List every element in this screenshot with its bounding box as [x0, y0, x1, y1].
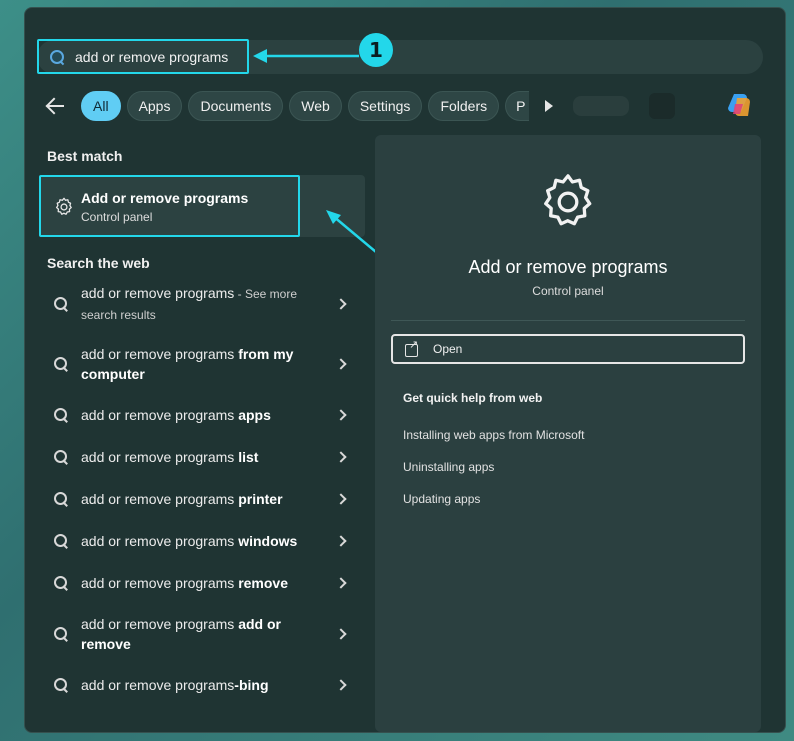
gear-icon	[544, 174, 592, 226]
preview-subtitle: Control panel	[532, 284, 604, 298]
search-icon	[53, 677, 69, 693]
chevron-right-icon	[335, 577, 347, 589]
chevron-right-icon	[335, 628, 347, 640]
search-input[interactable]: add or remove programs	[75, 49, 228, 65]
search-icon	[53, 296, 69, 312]
web-result-item[interactable]: add or remove programs remove	[39, 568, 365, 598]
web-result-item[interactable]: add or remove programs - See more search…	[39, 280, 365, 328]
result-text: add or remove programs	[81, 491, 239, 507]
result-text: add or remove programs	[81, 285, 235, 301]
search-icon	[53, 449, 69, 465]
back-arrow-icon[interactable]	[45, 95, 67, 117]
blurred-element	[573, 96, 630, 116]
help-link[interactable]: Uninstalling apps	[403, 460, 494, 474]
preview-pane: Add or remove programs Control panel Ope…	[375, 135, 761, 732]
filter-chip-documents[interactable]: Documents	[188, 91, 284, 121]
callout-badge-1: 1	[359, 33, 393, 67]
result-text: add or remove programs	[81, 533, 239, 549]
chevron-right-icon	[335, 298, 347, 310]
result-bold: -bing	[234, 677, 269, 693]
filter-chip-truncated[interactable]: P	[505, 91, 530, 121]
best-match-title: Add or remove programs	[81, 190, 249, 206]
result-text: add or remove programs	[81, 575, 239, 591]
result-text: add or remove programs	[81, 677, 235, 693]
filter-chip-apps[interactable]: Apps	[126, 91, 183, 121]
web-result-item[interactable]: add or remove programs-bing	[39, 670, 365, 700]
best-match-heading: Best match	[47, 148, 123, 164]
divider	[391, 320, 745, 321]
search-icon	[53, 626, 69, 642]
search-box-highlight[interactable]: add or remove programs	[37, 39, 249, 74]
chevron-right-icon	[335, 358, 347, 370]
result-bold: printer	[238, 491, 283, 507]
filter-chip-folders[interactable]: Folders	[428, 91, 500, 121]
web-result-item[interactable]: add or remove programs add or remove	[39, 610, 365, 658]
help-link[interactable]: Updating apps	[403, 492, 480, 506]
web-result-item[interactable]: add or remove programs windows	[39, 526, 365, 556]
web-result-item[interactable]: add or remove programs printer	[39, 484, 365, 514]
filter-row: All Apps Documents Web Settings Folders …	[45, 90, 695, 122]
scroll-right-icon[interactable]	[545, 100, 554, 112]
help-link[interactable]: Installing web apps from Microsoft	[403, 428, 584, 442]
blurred-element	[649, 93, 676, 119]
search-icon	[53, 575, 69, 591]
start-menu-panel: add or remove programs 1 All Apps Docume…	[24, 7, 786, 733]
chevron-right-icon	[335, 451, 347, 463]
chevron-right-icon	[335, 409, 347, 421]
callout-arrow-1	[253, 49, 359, 63]
chevron-right-icon	[335, 493, 347, 505]
search-icon	[53, 407, 69, 423]
web-result-item[interactable]: add or remove programs list	[39, 442, 365, 472]
result-text: add or remove programs	[81, 616, 239, 632]
result-text: add or remove programs	[81, 407, 239, 423]
result-text: add or remove programs	[81, 449, 239, 465]
filter-chip-web[interactable]: Web	[289, 91, 342, 121]
result-bold: remove	[238, 575, 288, 591]
copilot-icon[interactable]	[725, 90, 755, 120]
search-icon	[49, 49, 65, 65]
result-text: add or remove programs	[81, 346, 239, 362]
filter-chip-settings[interactable]: Settings	[347, 91, 423, 121]
preview-title: Add or remove programs	[468, 257, 668, 277]
web-results-list: add or remove programs - See more search…	[39, 280, 365, 700]
quick-help-heading: Get quick help from web	[403, 391, 543, 405]
web-result-item[interactable]: add or remove programs from my computer	[39, 340, 365, 388]
open-external-icon	[405, 338, 419, 357]
open-button-label: Open	[433, 342, 463, 356]
chevron-right-icon	[335, 679, 347, 691]
result-bold: list	[238, 449, 259, 465]
gear-icon	[55, 197, 72, 215]
search-icon	[53, 533, 69, 549]
best-match-subtitle: Control panel	[81, 210, 153, 224]
best-match-highlight	[39, 175, 300, 237]
result-bold: windows	[238, 533, 298, 549]
web-result-item[interactable]: add or remove programs apps	[39, 400, 365, 430]
result-bold: apps	[238, 407, 271, 423]
search-icon	[53, 356, 69, 372]
filter-chip-all[interactable]: All	[81, 91, 121, 121]
search-web-heading: Search the web	[47, 255, 150, 271]
chevron-right-icon	[335, 535, 347, 547]
open-button[interactable]: Open	[391, 334, 745, 364]
search-icon	[53, 491, 69, 507]
